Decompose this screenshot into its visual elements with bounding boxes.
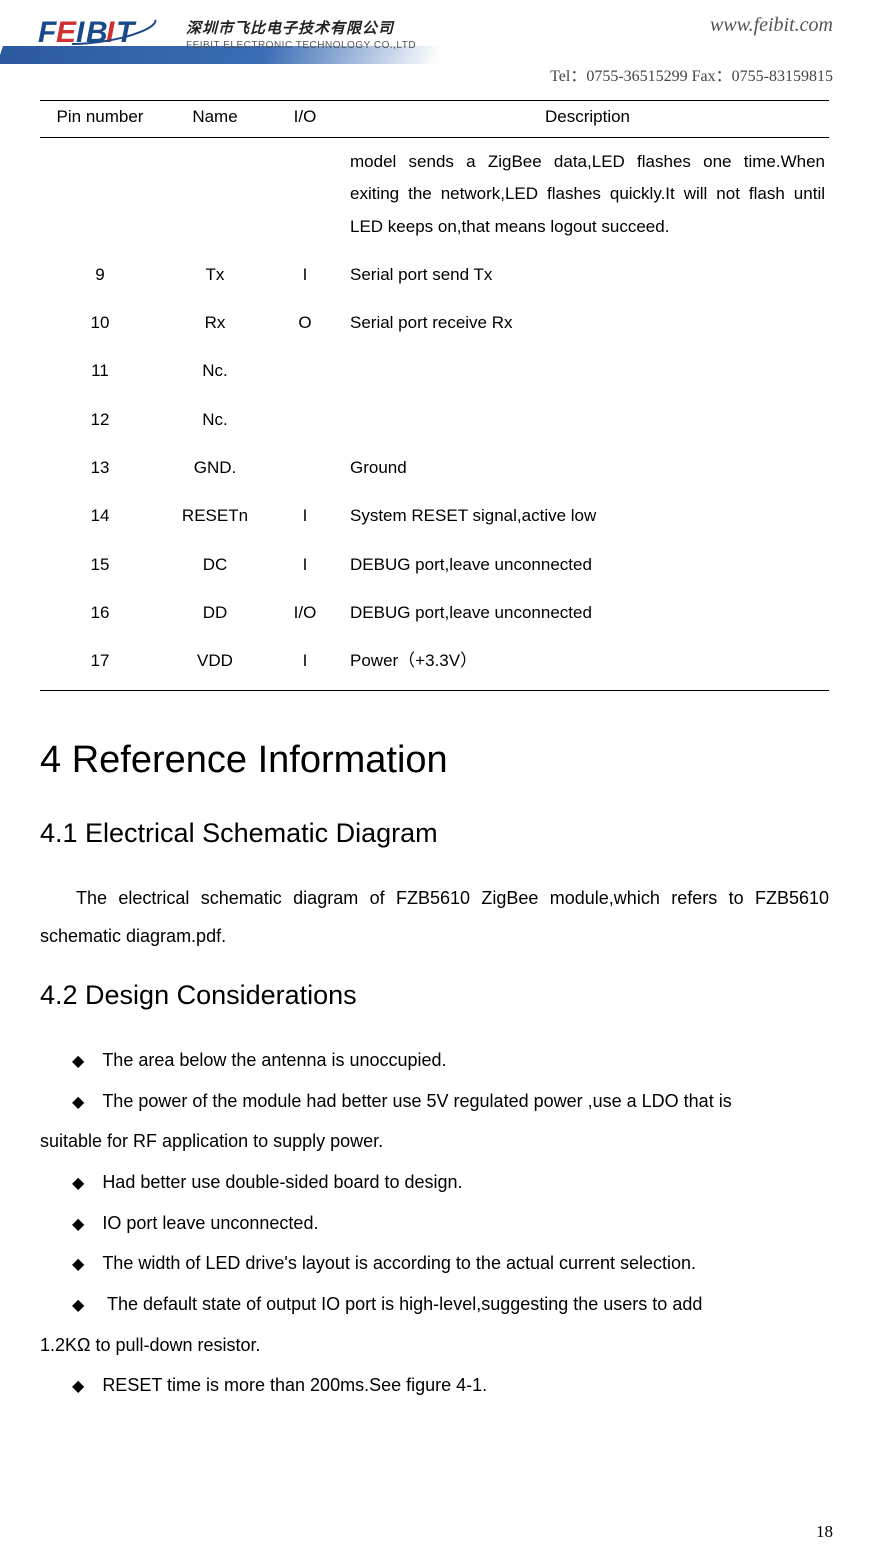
cell-name (160, 138, 270, 251)
section-4-1-body: The electrical schematic diagram of FZB5… (40, 879, 829, 956)
table-row: 15DCIDEBUG port,leave unconnected (40, 541, 829, 589)
table-row: 13GND. Ground (40, 444, 829, 492)
table-row: 9TxISerial port send Tx (40, 251, 829, 299)
cell-name: Rx (160, 299, 270, 347)
table-row: 11Nc. (40, 347, 829, 395)
cell-name: Nc. (160, 347, 270, 395)
cell-name: Tx (160, 251, 270, 299)
bullet-item: RESET time is more than 200ms.See figure… (40, 1366, 829, 1405)
table-row: 17VDDIPower（+3.3V） (40, 637, 829, 690)
cell-io: I (270, 541, 340, 589)
cell-name: GND. (160, 444, 270, 492)
cell-io: I (270, 251, 340, 299)
cell-pin: 12 (40, 396, 160, 444)
cell-pin: 9 (40, 251, 160, 299)
company-url: www.feibit.com (710, 14, 833, 37)
page-content: Pin number Name I/O Description model se… (0, 100, 869, 1405)
cell-pin: 14 (40, 492, 160, 540)
cell-io (270, 396, 340, 444)
cell-name: RESETn (160, 492, 270, 540)
bullet-item: The area below the antenna is unoccupied… (40, 1041, 829, 1080)
cell-name: VDD (160, 637, 270, 690)
th-io: I/O (270, 101, 340, 138)
cell-desc: model sends a ZigBee data,LED flashes on… (340, 138, 829, 251)
cell-desc: Serial port receive Rx (340, 299, 829, 347)
cell-io: I/O (270, 589, 340, 637)
bullet-item: The power of the module had better use 5… (40, 1082, 829, 1121)
cell-io (270, 347, 340, 395)
cell-desc: Serial port send Tx (340, 251, 829, 299)
cell-desc: Power（+3.3V） (340, 637, 829, 690)
cell-io: O (270, 299, 340, 347)
cell-pin: 16 (40, 589, 160, 637)
cell-pin: 17 (40, 637, 160, 690)
cell-desc (340, 347, 829, 395)
bullet-item: The width of LED drive's layout is accor… (40, 1244, 829, 1283)
design-bullet-list: The area below the antenna is unoccupied… (40, 1041, 829, 1405)
cell-pin (40, 138, 160, 251)
cell-name: DC (160, 541, 270, 589)
bullet-item: The default state of output IO port is h… (40, 1285, 829, 1324)
cell-pin: 15 (40, 541, 160, 589)
bullet-continuation: suitable for RF application to supply po… (40, 1122, 829, 1161)
section-4-1-heading: 4.1 Electrical Schematic Diagram (40, 818, 829, 849)
company-name-cn: 深圳市飞比电子技术有限公司 (186, 17, 416, 38)
contact-info: Tel：0755-36515299 Fax：0755-83159815 (38, 62, 833, 86)
feibit-logo-icon: F E I B I T (38, 12, 178, 56)
cell-io: I (270, 637, 340, 690)
cell-io (270, 444, 340, 492)
svg-text:I: I (106, 16, 115, 49)
cell-desc: System RESET signal,active low (340, 492, 829, 540)
cell-pin: 11 (40, 347, 160, 395)
cell-pin: 10 (40, 299, 160, 347)
table-row: 14RESETnISystem RESET signal,active low (40, 492, 829, 540)
svg-text:T: T (116, 16, 137, 49)
th-desc: Description (340, 101, 829, 138)
table-row: 16DDI/ODEBUG port,leave unconnected (40, 589, 829, 637)
cell-desc: DEBUG port,leave unconnected (340, 541, 829, 589)
cell-desc: DEBUG port,leave unconnected (340, 589, 829, 637)
section-4-2-heading: 4.2 Design Considerations (40, 980, 829, 1011)
cell-io: I (270, 492, 340, 540)
bullet-continuation: 1.2KΩ to pull-down resistor. (40, 1326, 829, 1365)
th-pin: Pin number (40, 101, 160, 138)
table-header-row: Pin number Name I/O Description (40, 101, 829, 138)
page-header: F E I B I T 深圳市飞比电子技术有限公司 FEIBIT ELECTRO… (0, 0, 869, 86)
page-number: 18 (816, 1522, 833, 1542)
cell-pin: 13 (40, 444, 160, 492)
bullet-item: IO port leave unconnected. (40, 1204, 829, 1243)
cell-desc: Ground (340, 444, 829, 492)
section-4-heading: 4 Reference Information (40, 739, 829, 782)
cell-name: Nc. (160, 396, 270, 444)
bullet-item: Had better use double-sided board to des… (40, 1163, 829, 1202)
cell-desc (340, 396, 829, 444)
svg-text:F: F (38, 16, 57, 49)
table-row: 12Nc. (40, 396, 829, 444)
table-row: 10RxOSerial port receive Rx (40, 299, 829, 347)
company-name-en: FEIBIT ELECTRONIC TECHNOLOGY CO.,LTD (186, 40, 416, 51)
cell-name: DD (160, 589, 270, 637)
pin-table: Pin number Name I/O Description model se… (40, 100, 829, 691)
logo-block: F E I B I T 深圳市飞比电子技术有限公司 FEIBIT ELECTRO… (38, 12, 416, 56)
cell-io (270, 138, 340, 251)
table-row: model sends a ZigBee data,LED flashes on… (40, 138, 829, 251)
th-name: Name (160, 101, 270, 138)
